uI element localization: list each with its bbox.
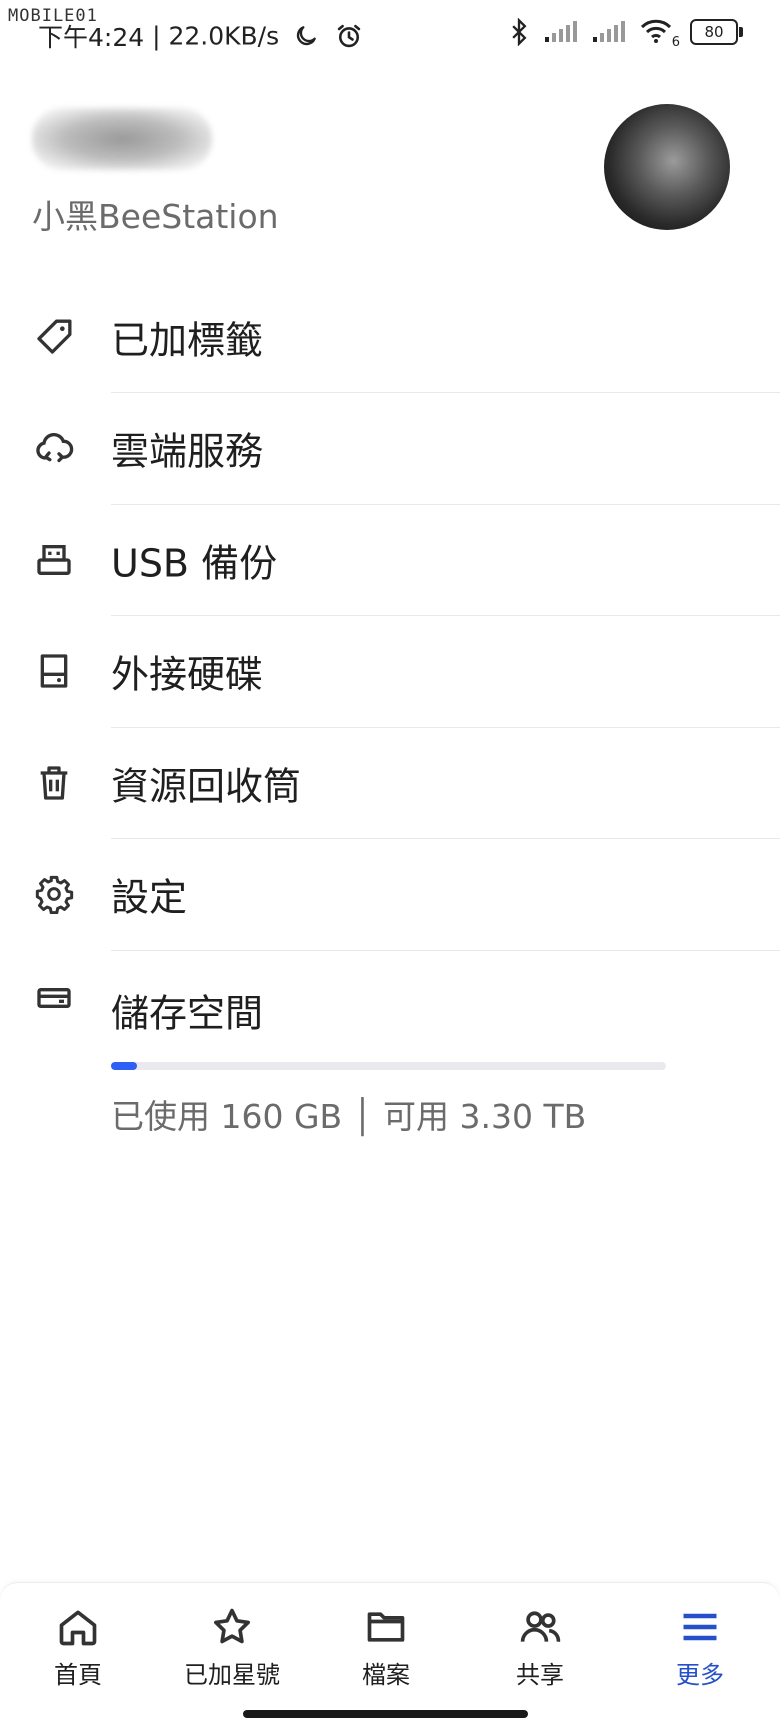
status-speed: 22.0KB/s: [168, 21, 280, 51]
battery-icon: 80: [690, 19, 743, 45]
signal-icon: [545, 21, 577, 42]
nav-label: 已加星號: [184, 1661, 280, 1689]
moon-icon: [296, 26, 316, 46]
signal-icon: [593, 21, 625, 42]
menu-item-usb-backup[interactable]: USB 備份: [0, 505, 780, 615]
menu-icon: [683, 1613, 717, 1641]
nav-label: 首頁: [54, 1661, 102, 1689]
menu-item-recycle-bin[interactable]: 資源回收筒: [0, 728, 780, 838]
tag-icon: [37, 319, 72, 354]
device-name: 小黑BeeStation: [32, 197, 279, 236]
storage-progress-fill: [111, 1062, 137, 1070]
usb-icon: [37, 545, 71, 575]
status-bar: MOBILE01 下午4:24 | 22.0KB/s 6 80: [0, 0, 780, 72]
bluetooth-icon: [512, 18, 527, 46]
home-icon: [59, 1610, 97, 1646]
nav-more[interactable]: 更多: [630, 1605, 770, 1690]
menu-label: USB 備份: [111, 541, 278, 586]
folder-icon: [367, 1612, 405, 1642]
storage-usage-text: 已使用 160 GB │ 可用 3.30 TB: [111, 1097, 587, 1136]
cloud-sync-icon: [36, 432, 74, 463]
wifi-badge: 6: [671, 35, 680, 50]
blurred-username: [32, 108, 212, 170]
nav-starred[interactable]: 已加星號: [162, 1605, 302, 1690]
menu-item-cloud-services[interactable]: 雲端服務: [0, 393, 780, 503]
menu-item-settings[interactable]: 設定: [0, 839, 780, 949]
external-drive-icon: [40, 654, 68, 688]
status-right: 6 80: [508, 18, 743, 50]
storage-progress-bar: [111, 1062, 666, 1070]
people-icon: [520, 1611, 561, 1642]
status-time: 下午4:24: [38, 23, 145, 52]
nav-files[interactable]: 檔案: [316, 1605, 456, 1690]
divider: [111, 950, 780, 951]
alarm-icon: [337, 24, 361, 48]
menu-label: 已加標籤: [111, 318, 264, 363]
trash-icon: [40, 766, 68, 800]
nav-label: 共享: [516, 1661, 564, 1689]
nav-label: 更多: [676, 1661, 724, 1689]
menu-item-tags[interactable]: 已加標籤: [0, 282, 780, 392]
status-left: 下午4:24 | 22.0KB/s: [38, 18, 363, 54]
nav-shared[interactable]: 共享: [470, 1605, 610, 1690]
menu-label: 設定: [111, 875, 188, 920]
menu-label: 儲存空間: [111, 991, 264, 1036]
star-icon: [214, 1608, 250, 1644]
storage-icon: [37, 988, 71, 1008]
menu-label: 資源回收筒: [111, 764, 302, 809]
menu-label: 雲端服務: [111, 429, 264, 474]
menu-item-storage[interactable]: 儲存空間: [0, 958, 780, 1068]
nav-home[interactable]: 首頁: [8, 1605, 148, 1690]
battery-level: 80: [704, 23, 724, 41]
gear-icon: [35, 875, 74, 914]
menu-item-external-drive[interactable]: 外接硬碟: [0, 616, 780, 726]
wifi-icon: 6: [640, 18, 680, 50]
nav-label: 檔案: [362, 1661, 410, 1689]
menu-label: 外接硬碟: [111, 652, 264, 697]
avatar[interactable]: [604, 104, 730, 230]
home-indicator[interactable]: [243, 1710, 528, 1718]
